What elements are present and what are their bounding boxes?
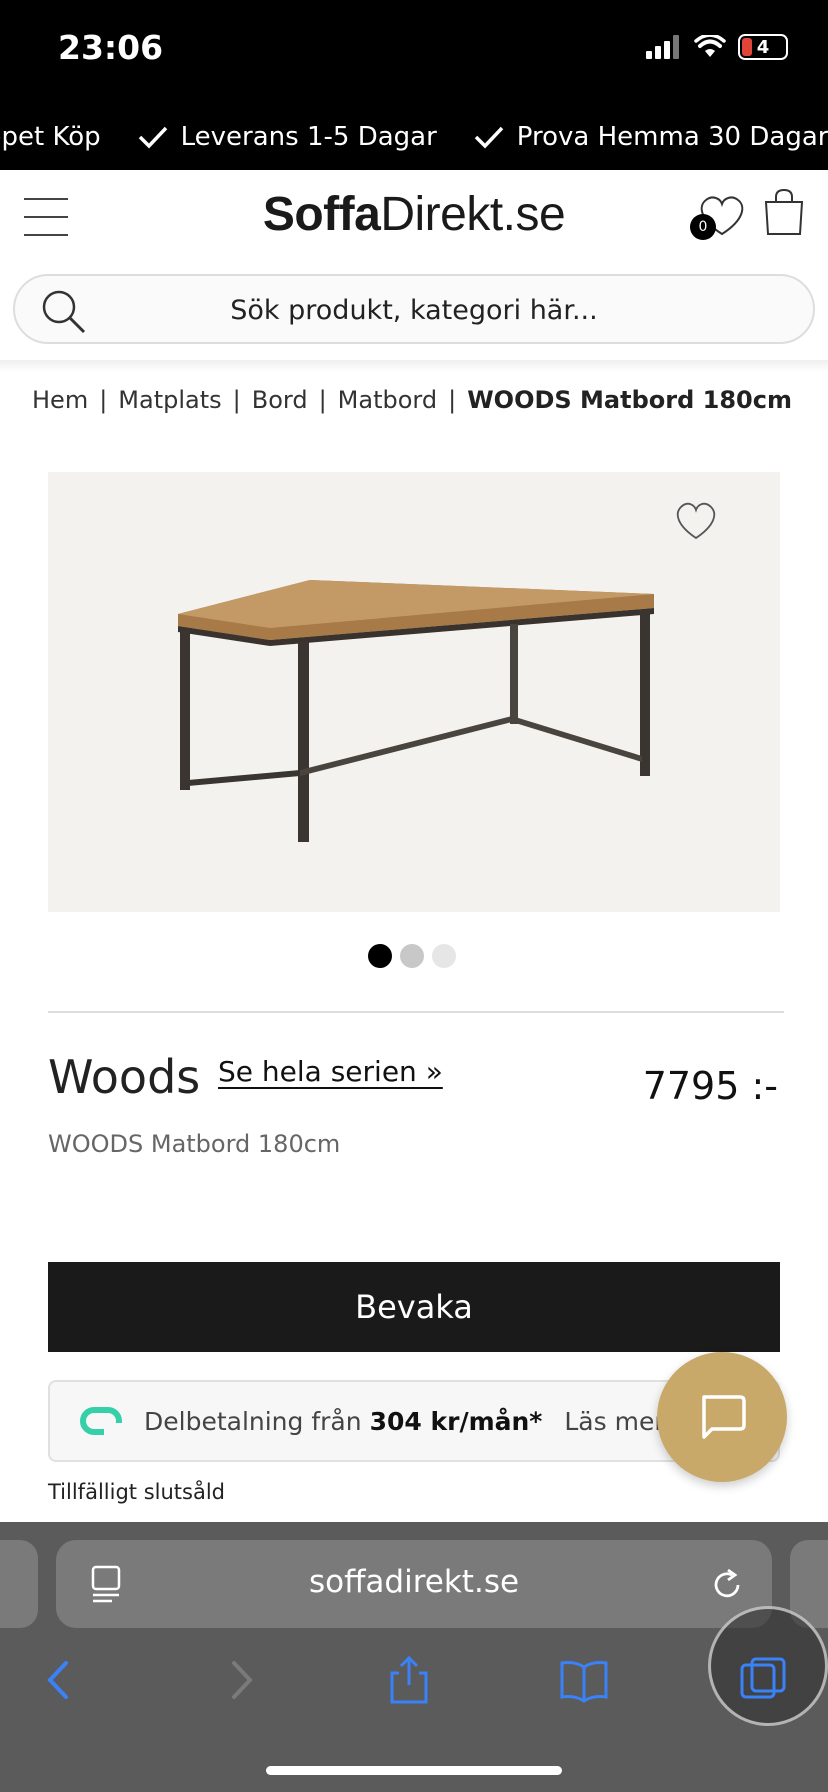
chat-button[interactable] xyxy=(657,1352,787,1482)
breadcrumb-item-matbord[interactable]: Matbord xyxy=(338,386,437,414)
forward-icon[interactable] xyxy=(214,1655,264,1705)
url-text[interactable]: soffadirekt.se xyxy=(0,1564,828,1600)
carousel-dot-active[interactable] xyxy=(368,944,392,968)
header-shadow xyxy=(0,360,828,372)
usp-strip: ppet Köp Leverans 1-5 Dagar Prova Hemma … xyxy=(0,104,828,170)
breadcrumb-current: WOODS Matbord 180cm xyxy=(467,386,792,414)
check-icon xyxy=(138,126,167,149)
battery-level: 4 xyxy=(756,36,770,58)
check-icon xyxy=(474,126,504,149)
breadcrumb-item-matplats[interactable]: Matplats xyxy=(118,386,221,414)
breadcrumb-item-bord[interactable]: Bord xyxy=(252,386,308,414)
share-icon[interactable] xyxy=(384,1655,434,1705)
carousel-dot[interactable] xyxy=(432,944,456,968)
installment-prefix: Delbetalning från xyxy=(144,1406,362,1436)
reload-icon[interactable] xyxy=(708,1566,746,1604)
tabs-icon[interactable] xyxy=(738,1655,788,1705)
product-subtitle: WOODS Matbord 180cm xyxy=(48,1130,341,1158)
divider xyxy=(48,1011,784,1013)
status-time: 23:06 xyxy=(58,28,164,67)
dining-table-illustration xyxy=(178,580,654,842)
breadcrumb-item-hem[interactable]: Hem xyxy=(32,386,88,414)
back-icon[interactable] xyxy=(36,1655,86,1705)
series-link[interactable]: Se hela serien » xyxy=(218,1055,443,1088)
battery-icon: 4 xyxy=(738,34,788,60)
usp-item: Prova Hemma 30 Dagar xyxy=(473,122,828,152)
bookmarks-icon[interactable] xyxy=(559,1655,609,1705)
read-more-link[interactable]: Läs mer xyxy=(564,1407,664,1436)
search-placeholder: Sök produkt, kategori här... xyxy=(230,295,598,326)
stock-status: Tillfälligt slutsåld xyxy=(48,1480,225,1504)
home-indicator xyxy=(266,1766,562,1775)
status-icons: 4 xyxy=(646,34,788,60)
image-carousel-dots xyxy=(368,944,456,968)
wishlist-count-badge: 0 xyxy=(690,214,716,240)
breadcrumb: Hem | Matplats | Bord | Matbord | WOODS … xyxy=(32,386,792,414)
shopping-bag-icon[interactable] xyxy=(762,188,806,236)
favorite-heart-icon[interactable] xyxy=(672,500,720,542)
watch-button[interactable]: Bevaka xyxy=(48,1262,780,1352)
carousel-dot[interactable] xyxy=(400,944,424,968)
usp-item: ppet Köp xyxy=(0,122,101,152)
wifi-icon xyxy=(694,35,726,57)
product-price: 7795 :- xyxy=(642,1064,778,1108)
chat-bubble-icon xyxy=(702,1395,746,1439)
klarna-logo-icon xyxy=(80,1407,122,1435)
product-series-title: Woods xyxy=(48,1050,201,1104)
usp-item: Leverans 1-5 Dagar xyxy=(137,122,437,152)
installment-amount: 304 kr/mån* xyxy=(369,1406,543,1436)
signal-icon xyxy=(646,35,679,59)
